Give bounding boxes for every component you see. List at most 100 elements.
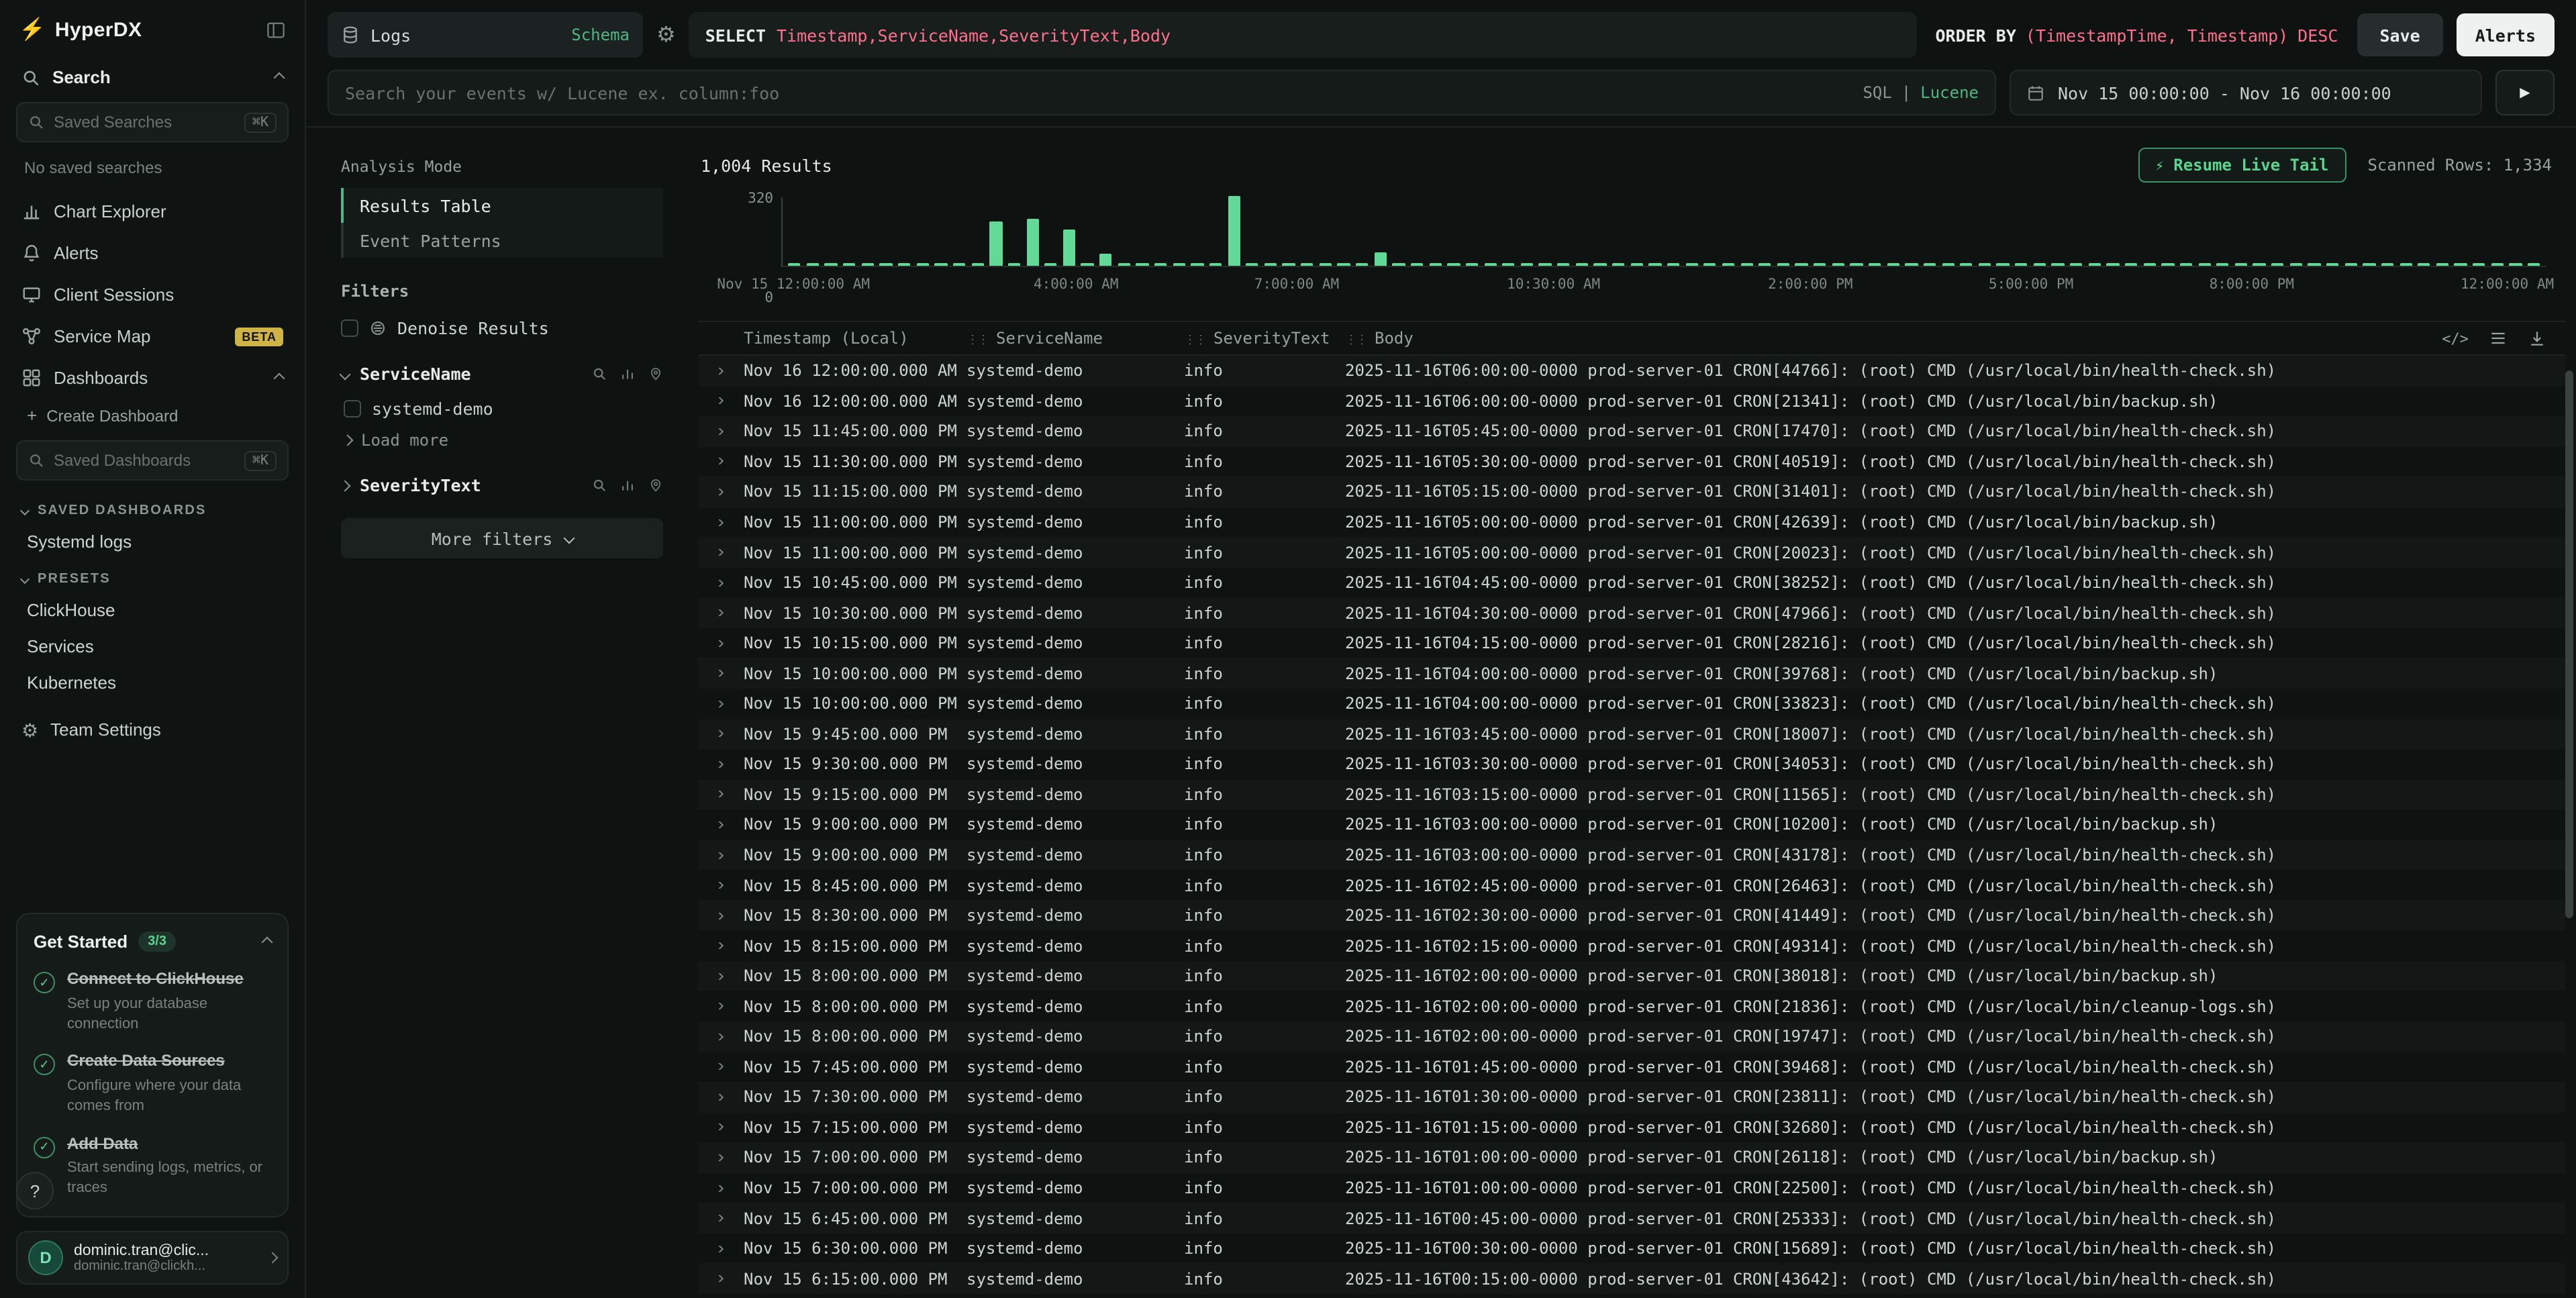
source-select[interactable]: Logs Schema bbox=[328, 12, 643, 58]
facet-chart-icon[interactable] bbox=[620, 366, 635, 381]
dashboard-group-label[interactable]: PRESETS bbox=[13, 560, 291, 592]
alerts-button[interactable]: Alerts bbox=[2457, 13, 2555, 56]
histogram-bar[interactable] bbox=[2378, 197, 2396, 266]
histogram-bar[interactable] bbox=[1792, 197, 1810, 266]
dashboard-item[interactable]: Kubernetes bbox=[13, 664, 291, 701]
histogram-bar[interactable] bbox=[1554, 197, 1573, 266]
histogram-bar[interactable] bbox=[2103, 197, 2122, 266]
histogram-bar[interactable] bbox=[1536, 197, 1554, 266]
histogram-bar[interactable] bbox=[1408, 197, 1426, 266]
get-started-step[interactable]: ✓Create Data SourcesConfigure where your… bbox=[34, 1052, 271, 1117]
row-expand-chevron[interactable] bbox=[698, 882, 738, 889]
table-row[interactable]: Nov 15 9:15:00.000 PMsystemd-demoinfo202… bbox=[698, 779, 2565, 809]
help-button[interactable]: ? bbox=[16, 1172, 54, 1209]
source-settings-gear-icon[interactable]: ⚙ bbox=[656, 21, 676, 48]
chevron-right-icon[interactable] bbox=[340, 480, 351, 491]
histogram-bar[interactable] bbox=[2140, 197, 2159, 266]
histogram-bar[interactable] bbox=[2232, 197, 2250, 266]
histogram-bar[interactable] bbox=[2012, 197, 2030, 266]
dashboard-item[interactable]: Systemd logs bbox=[13, 523, 291, 560]
histogram-bar[interactable] bbox=[1902, 197, 1920, 266]
results-histogram[interactable]: 320 0 Nov 15 12:00:00 AM4:00:00 AM7:00:0… bbox=[698, 197, 2546, 299]
histogram-bar[interactable] bbox=[1444, 197, 1463, 266]
table-row[interactable]: Nov 16 12:00:00.000 AMsystemd-demoinfo20… bbox=[698, 386, 2565, 416]
histogram-bar[interactable] bbox=[2324, 197, 2342, 266]
histogram-bar[interactable] bbox=[1042, 197, 1060, 266]
histogram-bar[interactable] bbox=[950, 197, 969, 266]
sidebar-item-search[interactable]: Search bbox=[13, 58, 291, 97]
histogram-bar[interactable] bbox=[2287, 197, 2305, 266]
lang-lucene-option[interactable]: Lucene bbox=[1920, 83, 1979, 102]
drag-handle-icon[interactable]: ⋮⋮ bbox=[1345, 334, 1367, 348]
histogram-bar[interactable] bbox=[877, 197, 895, 266]
download-icon[interactable] bbox=[2528, 329, 2546, 348]
histogram-bar[interactable] bbox=[1701, 197, 1719, 266]
facet-search-icon[interactable] bbox=[592, 366, 607, 381]
histogram-bar[interactable] bbox=[2214, 197, 2232, 266]
histogram-bar[interactable] bbox=[1060, 197, 1078, 266]
histogram-bar[interactable] bbox=[1829, 197, 1847, 266]
dashboard-item[interactable]: ClickHouse bbox=[13, 592, 291, 628]
histogram-bar[interactable] bbox=[2360, 197, 2378, 266]
facet-chart-icon[interactable] bbox=[620, 478, 635, 493]
table-row[interactable]: Nov 15 6:45:00.000 PMsystemd-demoinfo202… bbox=[698, 1203, 2565, 1234]
histogram-bar[interactable] bbox=[1353, 197, 1371, 266]
sidebar-item-client-sessions[interactable]: Client Sessions bbox=[13, 274, 291, 315]
table-row[interactable]: Nov 15 8:00:00.000 PMsystemd-demoinfo202… bbox=[698, 1021, 2565, 1052]
table-row[interactable]: Nov 15 8:45:00.000 PMsystemd-demoinfo202… bbox=[698, 870, 2565, 901]
sidebar-item-service-map[interactable]: Service MapBETA bbox=[13, 315, 291, 357]
event-search-input[interactable]: Search your events w/ Lucene ex. column:… bbox=[328, 70, 1996, 115]
histogram-bar[interactable] bbox=[2030, 197, 2048, 266]
histogram-bar[interactable] bbox=[1646, 197, 1664, 266]
order-by-clause[interactable]: ORDER BY (TimestampTime, Timestamp) DESC bbox=[1930, 25, 2343, 45]
drag-handle-icon[interactable]: ⋮⋮ bbox=[1184, 334, 1205, 348]
get-started-step[interactable]: ✓Connect to ClickHouseSet up your databa… bbox=[34, 969, 271, 1034]
table-row[interactable]: Nov 15 10:45:00.000 PMsystemd-demoinfo20… bbox=[698, 568, 2565, 598]
sidebar-item-team-settings[interactable]: ⚙ Team Settings bbox=[13, 709, 291, 750]
dashboard-group-label[interactable]: SAVED DASHBOARDS bbox=[13, 491, 291, 523]
histogram-bar[interactable] bbox=[2506, 197, 2524, 266]
row-expand-chevron[interactable] bbox=[698, 972, 738, 979]
table-header-servicename[interactable]: ⋮⋮ServiceName bbox=[961, 329, 1179, 348]
sidebar-item-dashboards[interactable]: Dashboards bbox=[13, 357, 291, 399]
histogram-bar[interactable] bbox=[1665, 197, 1683, 266]
histogram-bar[interactable] bbox=[858, 197, 877, 266]
table-row[interactable]: Nov 15 7:30:00.000 PMsystemd-demoinfo202… bbox=[698, 1082, 2565, 1112]
histogram-bar[interactable] bbox=[1683, 197, 1701, 266]
row-expand-chevron[interactable] bbox=[698, 912, 738, 919]
pin-icon[interactable] bbox=[648, 366, 663, 381]
histogram-bar[interactable] bbox=[1994, 197, 2012, 266]
row-expand-chevron[interactable] bbox=[698, 489, 738, 495]
row-expand-chevron[interactable] bbox=[698, 701, 738, 707]
chevron-up-icon[interactable] bbox=[262, 936, 273, 948]
histogram-bar[interactable] bbox=[2415, 197, 2433, 266]
table-header-severitytext[interactable]: ⋮⋮SeverityText bbox=[1179, 329, 1340, 348]
schema-link[interactable]: Schema bbox=[571, 26, 630, 44]
histogram-bar[interactable] bbox=[1884, 197, 1902, 266]
table-row[interactable]: Nov 16 12:00:00.000 AMsystemd-demoinfo20… bbox=[698, 356, 2565, 386]
histogram-bar[interactable] bbox=[1152, 197, 1170, 266]
chevron-up-icon[interactable] bbox=[274, 72, 285, 83]
histogram-bar[interactable] bbox=[1298, 197, 1316, 266]
histogram-bar[interactable] bbox=[2085, 197, 2103, 266]
histogram-bar[interactable] bbox=[1756, 197, 1774, 266]
histogram-bar[interactable] bbox=[1079, 197, 1097, 266]
histogram-bar[interactable] bbox=[1939, 197, 1957, 266]
row-expand-chevron[interactable] bbox=[698, 579, 738, 586]
histogram-bar[interactable] bbox=[1866, 197, 1884, 266]
histogram-bar[interactable] bbox=[1243, 197, 1261, 266]
row-expand-chevron[interactable] bbox=[698, 1003, 738, 1010]
histogram-bar[interactable] bbox=[2067, 197, 2085, 266]
histogram-bar[interactable] bbox=[1628, 197, 1646, 266]
row-density-icon[interactable] bbox=[2489, 329, 2508, 348]
histogram-bar[interactable] bbox=[2159, 197, 2177, 266]
histogram-bar[interactable] bbox=[2488, 197, 2506, 266]
row-expand-chevron[interactable] bbox=[698, 942, 738, 949]
histogram-bar[interactable] bbox=[2195, 197, 2214, 266]
histogram-bar[interactable] bbox=[1024, 197, 1042, 266]
select-columns-input[interactable]: SELECT Timestamp,ServiceName,SeverityTex… bbox=[689, 12, 1917, 58]
row-expand-chevron[interactable] bbox=[698, 1124, 738, 1131]
histogram-bar[interactable] bbox=[2305, 197, 2323, 266]
histogram-bar[interactable] bbox=[1975, 197, 1993, 266]
more-filters-button[interactable]: More filters bbox=[341, 518, 663, 558]
